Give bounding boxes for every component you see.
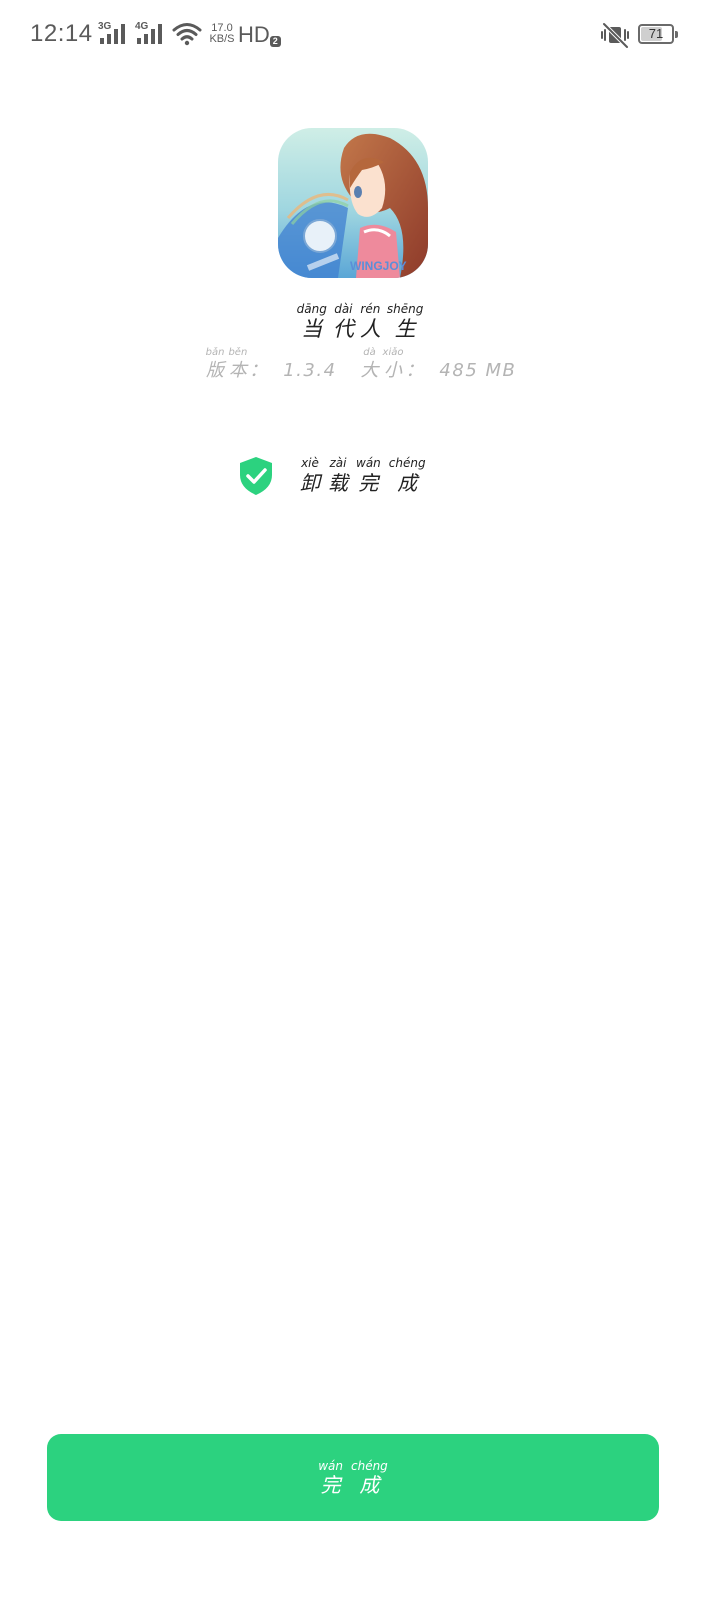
version-label-char: běn 本	[228, 347, 247, 383]
app-name-char: dāng 当	[297, 302, 327, 342]
done-button[interactable]: wán 完 chéng 成	[47, 1434, 659, 1521]
status-bar: 12:14 3G 4G 17.0 KB/S HD 2 71	[0, 0, 720, 72]
done-button-label-pinyin: wán	[318, 1458, 343, 1473]
done-button-label-hanzi: 成	[359, 1472, 380, 1497]
size-label-hanzi: 小	[384, 360, 402, 381]
size-label-hanzi: 大	[360, 360, 379, 381]
hd-label: HD	[238, 22, 270, 47]
uninstall-complete-hanzi: 成	[397, 471, 418, 495]
size-label-char: xiǎo 小	[383, 347, 404, 383]
hd-indicator: HD 2	[238, 22, 281, 48]
signal-gen-label: 4G	[135, 21, 149, 32]
app-name-char: rén 人	[360, 302, 381, 342]
app-icon: WINGJOY	[278, 128, 428, 278]
app-name-char: shēng 生	[387, 302, 423, 342]
done-button-label-hanzi: 完	[320, 1472, 341, 1497]
done-button-label-pinyin: chéng	[350, 1458, 388, 1473]
version-label-char: bǎn 版	[206, 347, 225, 383]
app-icon-caption: WINGJOY	[350, 259, 407, 273]
uninstall-complete-pinyin: chéng	[388, 456, 426, 470]
done-button-label-char: chéng 成	[351, 1459, 388, 1497]
uninstall-complete-text: xiè 卸 zài 载 wán 完 chéng 成	[296, 456, 430, 496]
app-name: dāng 当 dài 代 rén 人 shēng 生	[0, 302, 720, 342]
signal-icon: 4G	[135, 21, 165, 50]
size-label-pinyin: xiǎo	[382, 347, 404, 358]
size-label: dà 大 xiǎo 小	[359, 347, 406, 383]
size-label-char: dà 大	[361, 347, 379, 383]
uninstall-complete-char: wán 完	[356, 456, 381, 496]
uninstall-complete-char: zài 载	[328, 456, 348, 496]
uninstall-complete-hanzi: 完	[358, 471, 379, 495]
uninstall-complete-pinyin: xiè	[301, 456, 319, 470]
version-label-pinyin: bǎn	[205, 347, 225, 358]
done-button-label-char: wán 完	[318, 1459, 343, 1497]
status-time: 12:14	[30, 20, 93, 47]
uninstall-complete-pinyin: zài	[329, 456, 347, 470]
version-label-hanzi: 本	[228, 360, 247, 381]
app-name-hanzi: 当	[301, 317, 323, 341]
size-label-pinyin: dà	[363, 347, 376, 358]
uninstall-complete-char: chéng 成	[389, 456, 426, 496]
signal-gen-label: 3G	[98, 21, 112, 32]
version-label-pinyin: běn	[228, 347, 248, 358]
signal-icon: 3G	[98, 21, 128, 50]
app-name-pinyin: dài	[334, 302, 353, 316]
size-value: ： 485 MB	[405, 360, 517, 381]
network-speed: 17.0 KB/S	[207, 23, 237, 45]
app-name-pinyin: shēng	[386, 302, 424, 316]
app-name-hanzi: 生	[394, 317, 416, 341]
uninstall-complete-hanzi: 卸	[300, 471, 320, 495]
app-name-pinyin: rén	[360, 302, 381, 316]
done-button-label: wán 完 chéng 成	[314, 1459, 392, 1497]
uninstall-complete-hanzi: 载	[328, 471, 348, 495]
version-label-hanzi: 版	[206, 360, 225, 381]
wifi-icon	[172, 22, 202, 50]
uninstall-status: xiè 卸 zài 载 wán 完 chéng 成	[238, 452, 430, 496]
vibrate-mute-icon	[600, 22, 630, 52]
speed-unit: KB/S	[209, 33, 235, 45]
app-name-hanzi: 代	[332, 317, 354, 341]
app-name-pinyin: dāng	[296, 302, 327, 316]
app-name-hanzi: 人	[359, 317, 381, 341]
hd-sub-badge: 2	[269, 36, 281, 47]
version-value: ： 1.3.4	[249, 360, 337, 381]
battery-level: 71	[648, 26, 664, 41]
app-name-char: dài 代	[333, 302, 354, 342]
app-meta: bǎn 版 běn 本 ： 1.3.4 dà 大 xiǎo 小 ： 485 MB	[0, 347, 720, 383]
uninstall-complete-pinyin: wán	[356, 456, 381, 470]
version-label: bǎn 版 běn 本	[204, 347, 250, 383]
uninstall-complete-char: xiè 卸	[300, 456, 320, 496]
battery-icon: 71	[638, 24, 678, 44]
shield-check-icon	[240, 457, 272, 495]
